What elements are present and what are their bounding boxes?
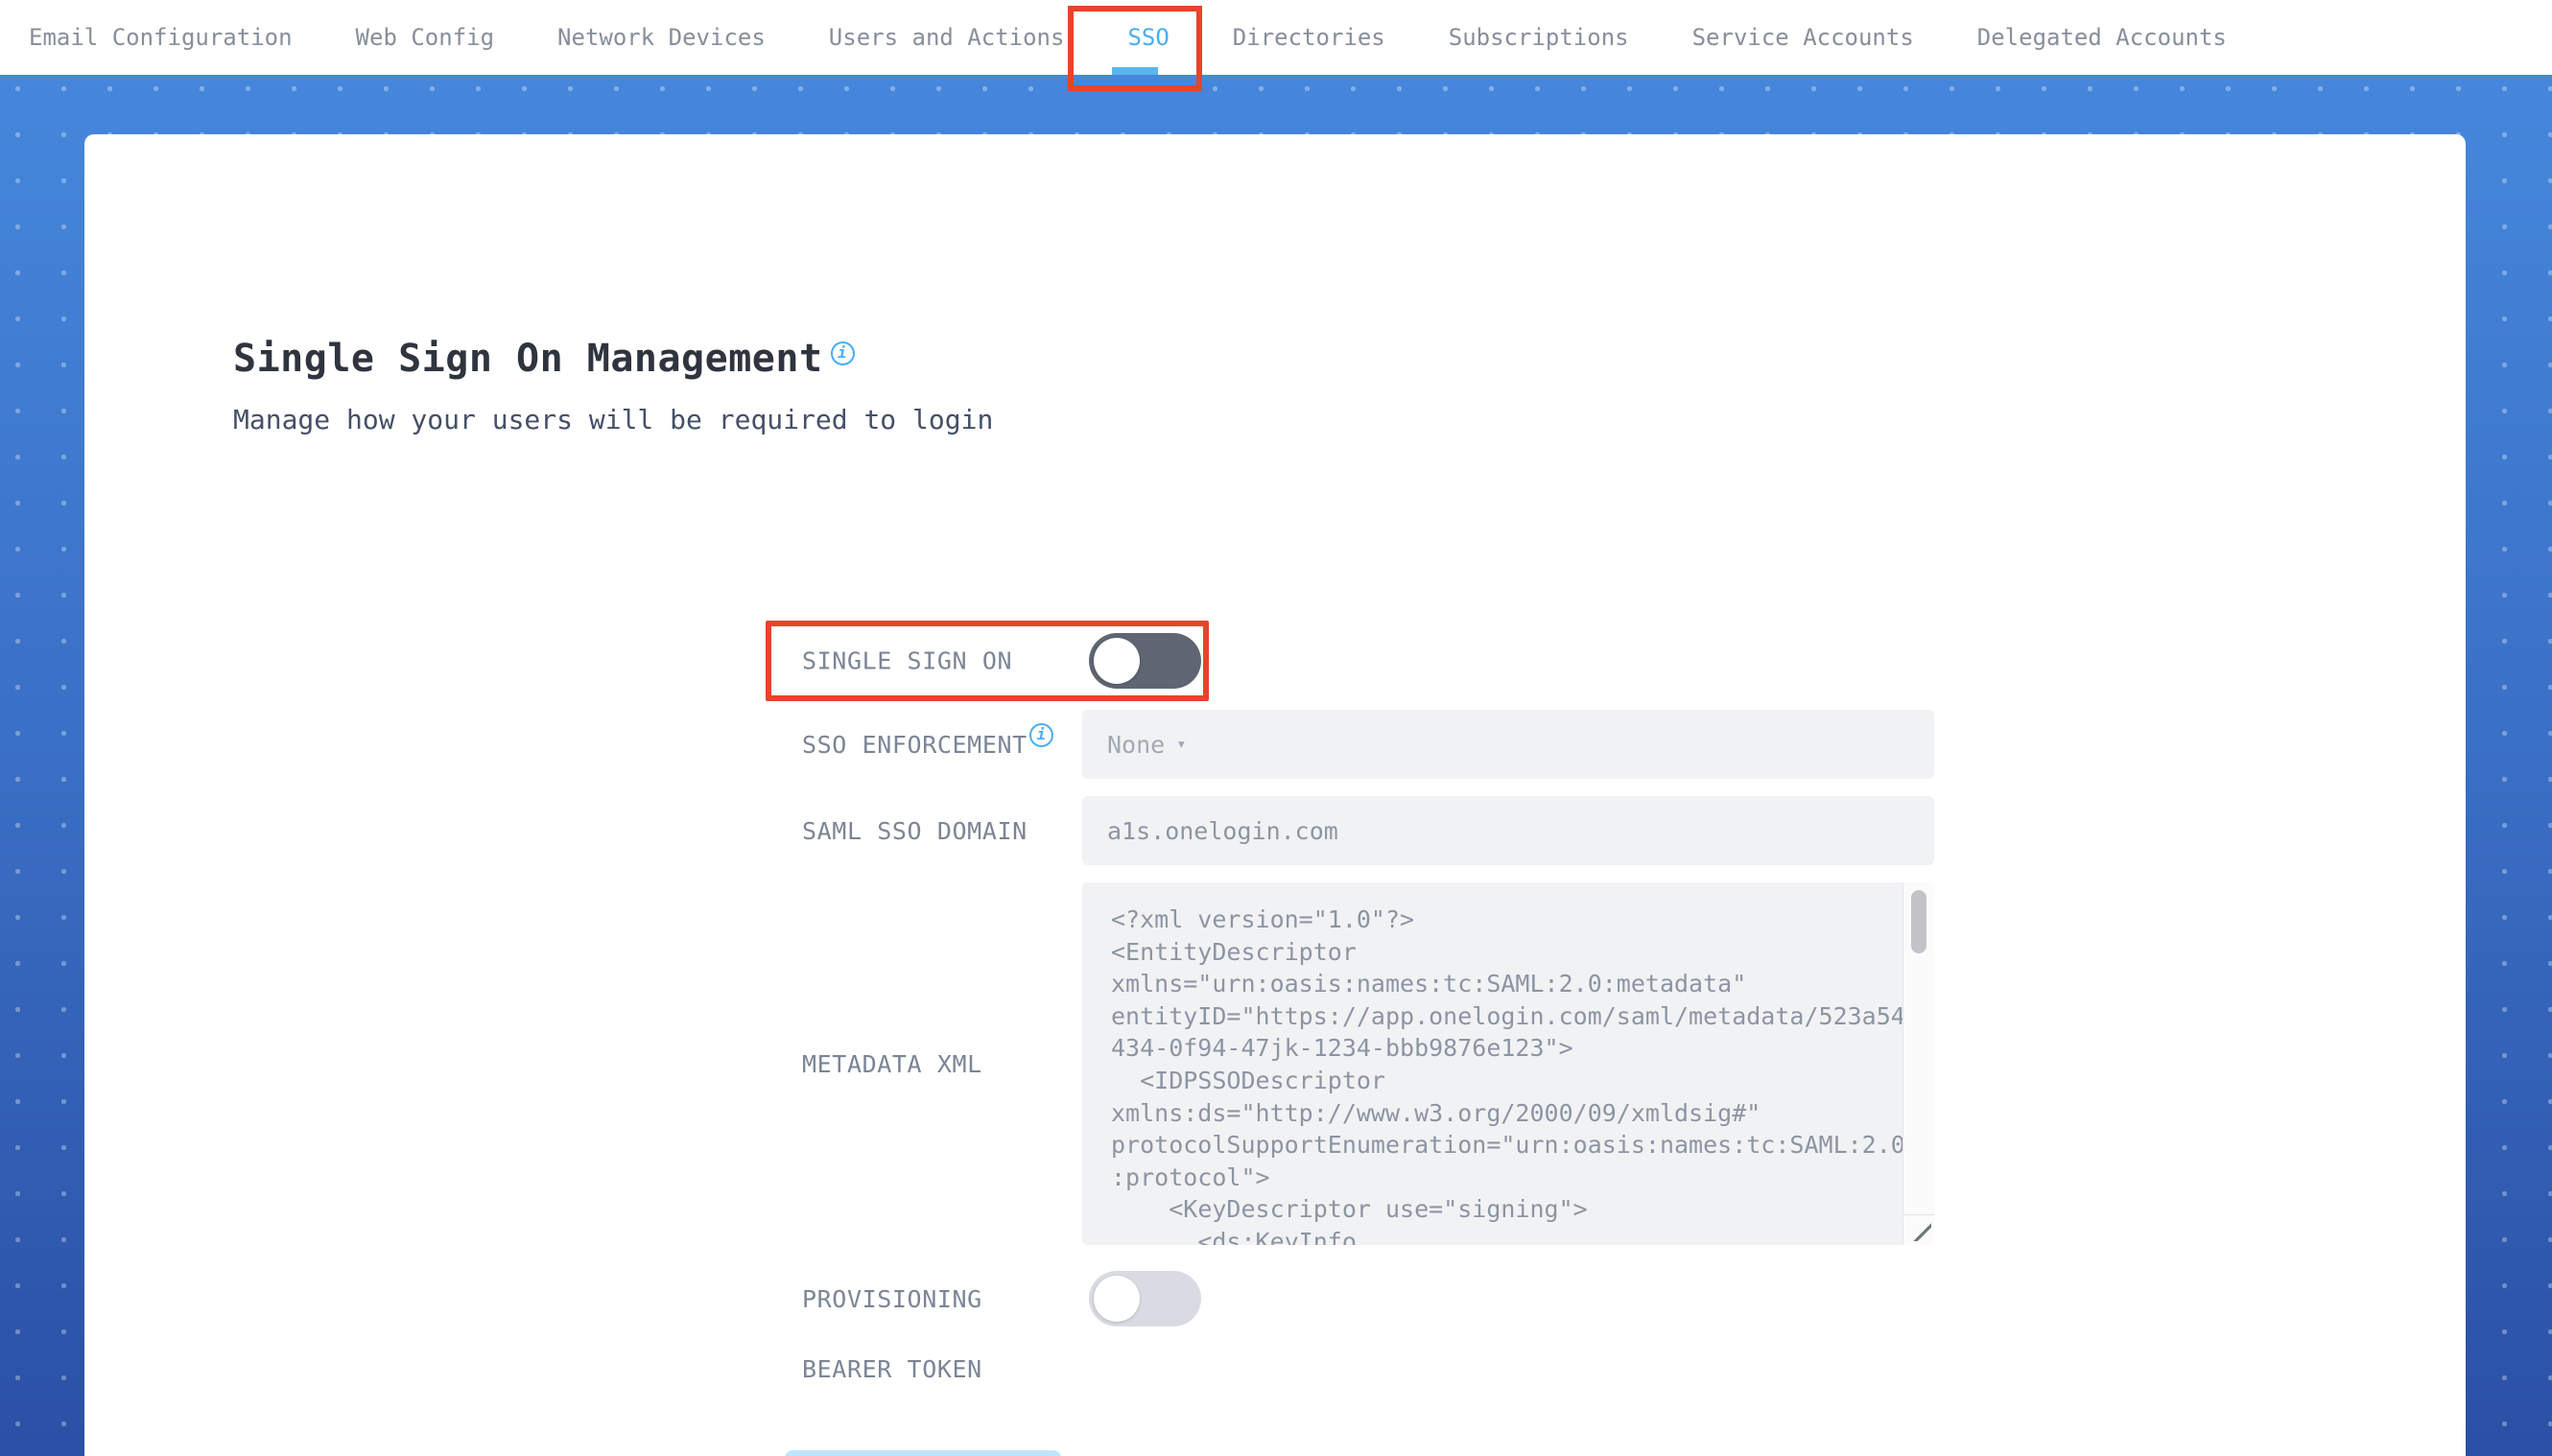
sso-enforcement-label: SSO ENFORCEMENT bbox=[802, 730, 1028, 759]
top-nav-items: Email Configuration Web Config Network D… bbox=[0, 0, 2552, 75]
page-title-text: Single Sign On Management bbox=[233, 337, 823, 381]
sso-enforcement-value: None bbox=[1107, 730, 1166, 759]
sso-settings-screen: Email Configuration Web Config Network D… bbox=[0, 0, 2552, 1456]
bearer-token-label: BEARER TOKEN bbox=[802, 1354, 982, 1383]
tab-web-config[interactable]: Web Config bbox=[356, 24, 495, 51]
chevron-down-icon: ▾ bbox=[1176, 735, 1187, 754]
toggle-knob bbox=[1094, 638, 1140, 684]
tab-subscriptions[interactable]: Subscriptions bbox=[1449, 24, 1629, 51]
tab-delegated-accounts[interactable]: Delegated Accounts bbox=[1977, 24, 2227, 51]
update-settings-button[interactable]: Update Settings bbox=[785, 1450, 1061, 1456]
single-sign-on-highlight-box: SINGLE SIGN ON bbox=[766, 621, 1209, 701]
provisioning-row: PROVISIONING bbox=[802, 1271, 982, 1327]
info-icon[interactable]: i bbox=[830, 341, 855, 365]
single-sign-on-label: SINGLE SIGN ON bbox=[802, 646, 1013, 675]
textarea-scrollbar-track[interactable] bbox=[1902, 882, 1934, 1245]
saml-sso-domain-label: SAML SSO DOMAIN bbox=[802, 816, 1028, 845]
tab-directories[interactable]: Directories bbox=[1233, 24, 1385, 51]
metadata-xml-row: METADATA XML bbox=[802, 882, 982, 1245]
sso-tab-highlight-box bbox=[1068, 6, 1202, 91]
tab-network-devices[interactable]: Network Devices bbox=[557, 24, 766, 51]
tab-service-accounts[interactable]: Service Accounts bbox=[1692, 24, 1914, 51]
sso-enforcement-row: SSO ENFORCEMENT i bbox=[802, 710, 1053, 779]
metadata-xml-textarea[interactable]: <?xml version="1.0"?> <EntityDescriptor … bbox=[1082, 882, 1934, 1245]
saml-sso-domain-row: SAML SSO DOMAIN bbox=[802, 796, 1028, 865]
textarea-scrollbar-thumb[interactable] bbox=[1911, 890, 1926, 953]
metadata-xml-content: <?xml version="1.0"?> <EntityDescriptor … bbox=[1111, 905, 1905, 1245]
saml-sso-domain-value: a1s.onelogin.com bbox=[1107, 816, 1338, 845]
provisioning-toggle[interactable] bbox=[1089, 1271, 1201, 1327]
toggle-knob bbox=[1094, 1276, 1140, 1322]
bearer-token-row: BEARER TOKEN bbox=[802, 1352, 982, 1385]
page-subtitle: Manage how your users will be required t… bbox=[233, 404, 994, 435]
metadata-xml-label: METADATA XML bbox=[802, 1049, 982, 1078]
tab-email-configuration[interactable]: Email Configuration bbox=[29, 24, 293, 51]
tab-users-and-actions[interactable]: Users and Actions bbox=[829, 24, 1065, 51]
content-card: Single Sign On Management i Manage how yo… bbox=[84, 134, 2466, 1456]
info-icon[interactable]: i bbox=[1028, 722, 1053, 747]
top-nav: Email Configuration Web Config Network D… bbox=[0, 0, 2552, 75]
provisioning-label: PROVISIONING bbox=[802, 1284, 982, 1313]
page-title: Single Sign On Management i bbox=[233, 338, 855, 380]
sso-enforcement-select[interactable]: None ▾ bbox=[1082, 710, 1934, 779]
saml-sso-domain-field[interactable]: a1s.onelogin.com bbox=[1082, 796, 1934, 865]
single-sign-on-toggle[interactable] bbox=[1089, 633, 1201, 689]
